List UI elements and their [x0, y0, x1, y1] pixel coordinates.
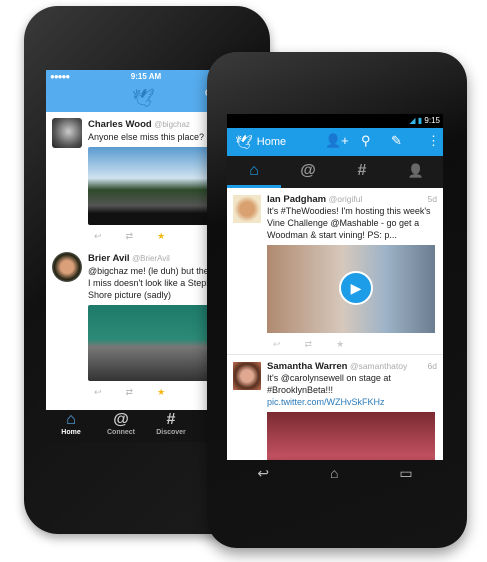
tweet-handle: @BrierAvil — [132, 254, 170, 263]
add-user-icon[interactable]: 👤+ — [325, 133, 349, 149]
reply-icon[interactable]: ↩ — [273, 339, 281, 350]
android-tabs: ⌂ @ # 👤 — [227, 156, 443, 188]
reply-icon[interactable]: ↩ — [94, 387, 102, 398]
android-nav-bar: ↩ ⌂ ▭ — [227, 460, 443, 486]
tweet-time: 6d — [427, 361, 437, 371]
play-button[interactable]: ▶ — [339, 271, 373, 305]
reply-icon[interactable]: ↩ — [94, 231, 102, 242]
signal-battery-icon: ◢ ▮ — [409, 116, 425, 125]
retweet-icon[interactable]: ⇄ — [126, 387, 134, 398]
tweet-text: It's @carolynsewell on stage at #Brookly… — [267, 373, 391, 395]
home-icon: ⌂ — [66, 411, 76, 428]
twitter-bird-icon: 🕊 — [132, 88, 155, 108]
profile-icon[interactable]: 👤 — [389, 156, 443, 188]
favorite-icon[interactable]: ★ — [336, 339, 344, 350]
tweet-handle: @bigchaz — [154, 120, 190, 129]
avatar[interactable] — [233, 195, 261, 223]
tweet-image[interactable] — [88, 305, 218, 381]
search-icon[interactable]: ⚲ — [361, 133, 371, 149]
android-status-bar: ◢ ▮ 9:15 — [227, 114, 443, 128]
at-icon[interactable]: @ — [281, 156, 335, 188]
avatar[interactable] — [52, 118, 82, 148]
tab-label: Home — [61, 429, 81, 436]
tweet-handle: @samanthatoy — [349, 361, 408, 371]
tab-label: Connect — [107, 429, 135, 436]
home-icon[interactable]: ⌂ — [227, 156, 281, 188]
status-time: 9:15 — [424, 116, 440, 125]
tweet-text: It's #TheWoodies! I'm hosting this week'… — [267, 206, 431, 240]
twitter-bird-icon[interactable]: 🕊 — [235, 134, 253, 151]
tweet-author[interactable]: Charles Wood — [88, 119, 152, 130]
action-bar: 🕊 Home 👤+ ⚲ ✎ ⋮ — [227, 128, 443, 156]
action-bar-title: Home — [256, 136, 287, 148]
favorite-icon[interactable]: ★ — [157, 231, 165, 242]
back-icon[interactable]: ↩ — [257, 460, 269, 486]
tab-discover[interactable]: # Discover — [146, 410, 196, 442]
avatar[interactable] — [52, 252, 82, 282]
compose-icon[interactable]: ✎ — [391, 133, 402, 149]
overflow-menu-icon[interactable]: ⋮ — [427, 133, 440, 149]
retweet-icon[interactable]: ⇄ — [126, 231, 134, 242]
tweet-author[interactable]: Samantha Warren — [267, 361, 347, 372]
hash-icon: # — [166, 411, 176, 428]
tweet[interactable]: Ian Padgham @origiful 5d It's #TheWoodie… — [227, 188, 443, 355]
vine-video[interactable]: ▶ — [267, 245, 435, 333]
home-button-icon[interactable]: ⌂ — [330, 460, 338, 486]
signal-icon: ●●●●● — [50, 72, 70, 81]
tab-label: Discover — [156, 429, 186, 436]
tweet-author[interactable]: Brier Avil — [88, 253, 130, 264]
tweet-author[interactable]: Ian Padgham — [267, 194, 326, 205]
tweet-image[interactable] — [267, 412, 435, 460]
tweet-image[interactable] — [88, 147, 218, 225]
retweet-icon[interactable]: ⇄ — [305, 339, 313, 350]
tweet-time: 5d — [427, 194, 437, 204]
status-time: 9:15 AM — [130, 72, 162, 81]
tweet[interactable]: Samantha Warren @samanthatoy 6d It's @ca… — [227, 355, 443, 460]
tab-connect[interactable]: @ Connect — [96, 410, 146, 442]
at-icon: @ — [113, 411, 129, 428]
avatar[interactable] — [233, 362, 261, 390]
android-screen: ◢ ▮ 9:15 🕊 Home 👤+ ⚲ ✎ ⋮ ⌂ @ # 👤 Ian Padg… — [227, 114, 443, 460]
favorite-icon[interactable]: ★ — [157, 387, 165, 398]
recents-icon[interactable]: ▭ — [399, 460, 412, 486]
tab-home[interactable]: ⌂ Home — [46, 410, 96, 442]
tweet-handle: @origiful — [328, 194, 363, 204]
hash-icon[interactable]: # — [335, 156, 389, 188]
tweet-link[interactable]: pic.twitter.com/WZHvSkFKHz — [267, 397, 385, 407]
